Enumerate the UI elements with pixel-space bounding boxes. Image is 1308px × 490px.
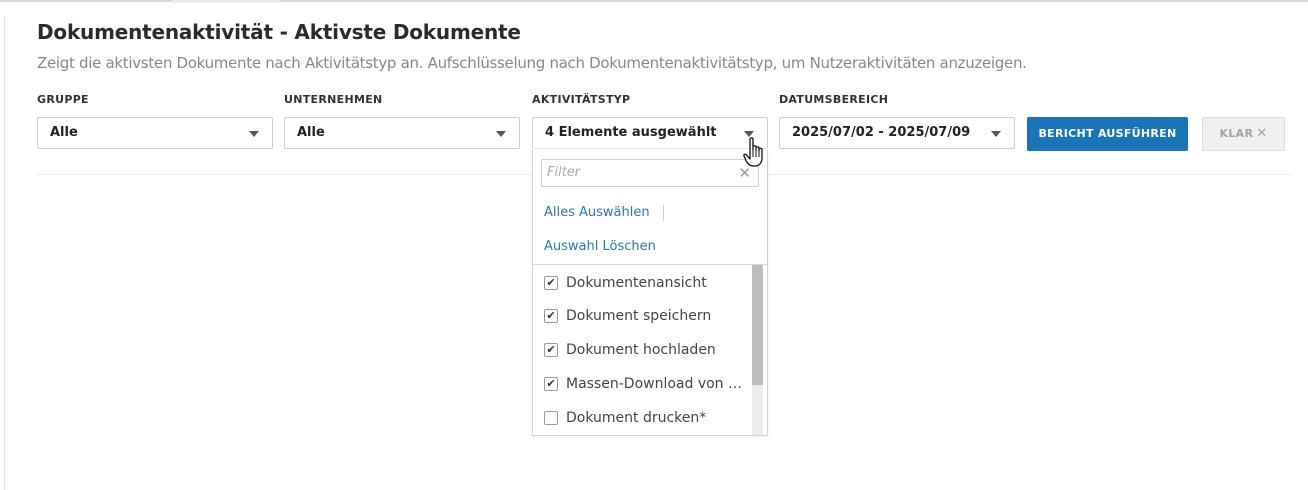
left-divider xyxy=(4,16,5,490)
unternehmen-value: Alle xyxy=(297,125,325,140)
run-report-button[interactable]: BERICHT AUSFÜHREN xyxy=(1027,117,1188,151)
checkbox-checked[interactable]: ✔ xyxy=(544,343,558,357)
option-label: Dokument drucken* xyxy=(566,410,707,426)
checkbox-checked[interactable]: ✔ xyxy=(544,276,558,290)
checkbox-checked[interactable]: ✔ xyxy=(544,309,558,323)
caret-down-icon xyxy=(249,131,259,137)
option-dokument-drucken[interactable]: Dokument drucken* xyxy=(544,408,744,430)
datumsbereich-label: DATUMSBEREICH xyxy=(779,93,889,106)
scrollbar-thumb[interactable] xyxy=(752,265,763,385)
option-massen-download[interactable]: ✔ Massen-Download von … xyxy=(544,374,744,396)
unternehmen-label: UNTERNEHMEN xyxy=(284,93,383,106)
gruppe-label: GRUPPE xyxy=(37,93,89,106)
page-subtitle: Zeigt die aktivsten Dokumente nach Aktiv… xyxy=(37,54,1027,72)
datumsbereich-select[interactable]: 2025/07/02 - 2025/07/09 xyxy=(779,117,1015,149)
select-all-link[interactable]: Alles Auswählen xyxy=(544,205,650,220)
options-divider xyxy=(533,264,767,265)
caret-down-icon xyxy=(496,131,506,137)
option-label: Massen-Download von … xyxy=(566,376,742,392)
page-title: Dokumentenaktivität - Aktivste Dokumente xyxy=(37,20,521,44)
hand-pointer-icon xyxy=(743,137,763,167)
aktivitaetstyp-value: 4 Elemente ausgewählt xyxy=(545,125,717,140)
option-dokument-hochladen[interactable]: ✔ Dokument hochladen xyxy=(544,340,744,362)
close-icon: ✕ xyxy=(1256,126,1268,141)
clear-button[interactable]: KLAR ✕ xyxy=(1202,117,1285,151)
link-separator xyxy=(663,205,664,221)
option-label: Dokument speichern xyxy=(566,308,712,324)
datumsbereich-value: 2025/07/02 - 2025/07/09 xyxy=(792,125,971,140)
aktivitaetstyp-label: AKTIVITÄTSTYP xyxy=(532,93,631,106)
aktivitaetstyp-select[interactable]: 4 Elemente ausgewählt xyxy=(532,117,768,149)
clear-button-label: KLAR xyxy=(1219,127,1254,140)
checkbox-unchecked[interactable] xyxy=(544,411,558,425)
filter-input[interactable]: Filter ✕ xyxy=(541,159,759,187)
activity-type-dropdown: Filter ✕ Alles Auswählen Auswahl Löschen… xyxy=(532,150,768,436)
caret-down-icon xyxy=(991,131,1001,137)
option-label: Dokument hochladen xyxy=(566,342,716,358)
active-tab-indicator xyxy=(172,0,280,3)
option-dokument-speichern[interactable]: ✔ Dokument speichern xyxy=(544,306,744,328)
checkbox-checked[interactable]: ✔ xyxy=(544,377,558,391)
gruppe-select[interactable]: Alle xyxy=(37,117,273,149)
option-dokumentenansicht[interactable]: ✔ Dokumentenansicht xyxy=(544,273,744,295)
unternehmen-select[interactable]: Alle xyxy=(284,117,520,149)
option-label: Dokumentenansicht xyxy=(566,275,707,291)
clear-selection-link[interactable]: Auswahl Löschen xyxy=(544,239,656,254)
filter-placeholder: Filter xyxy=(547,165,581,180)
gruppe-value: Alle xyxy=(50,125,78,140)
